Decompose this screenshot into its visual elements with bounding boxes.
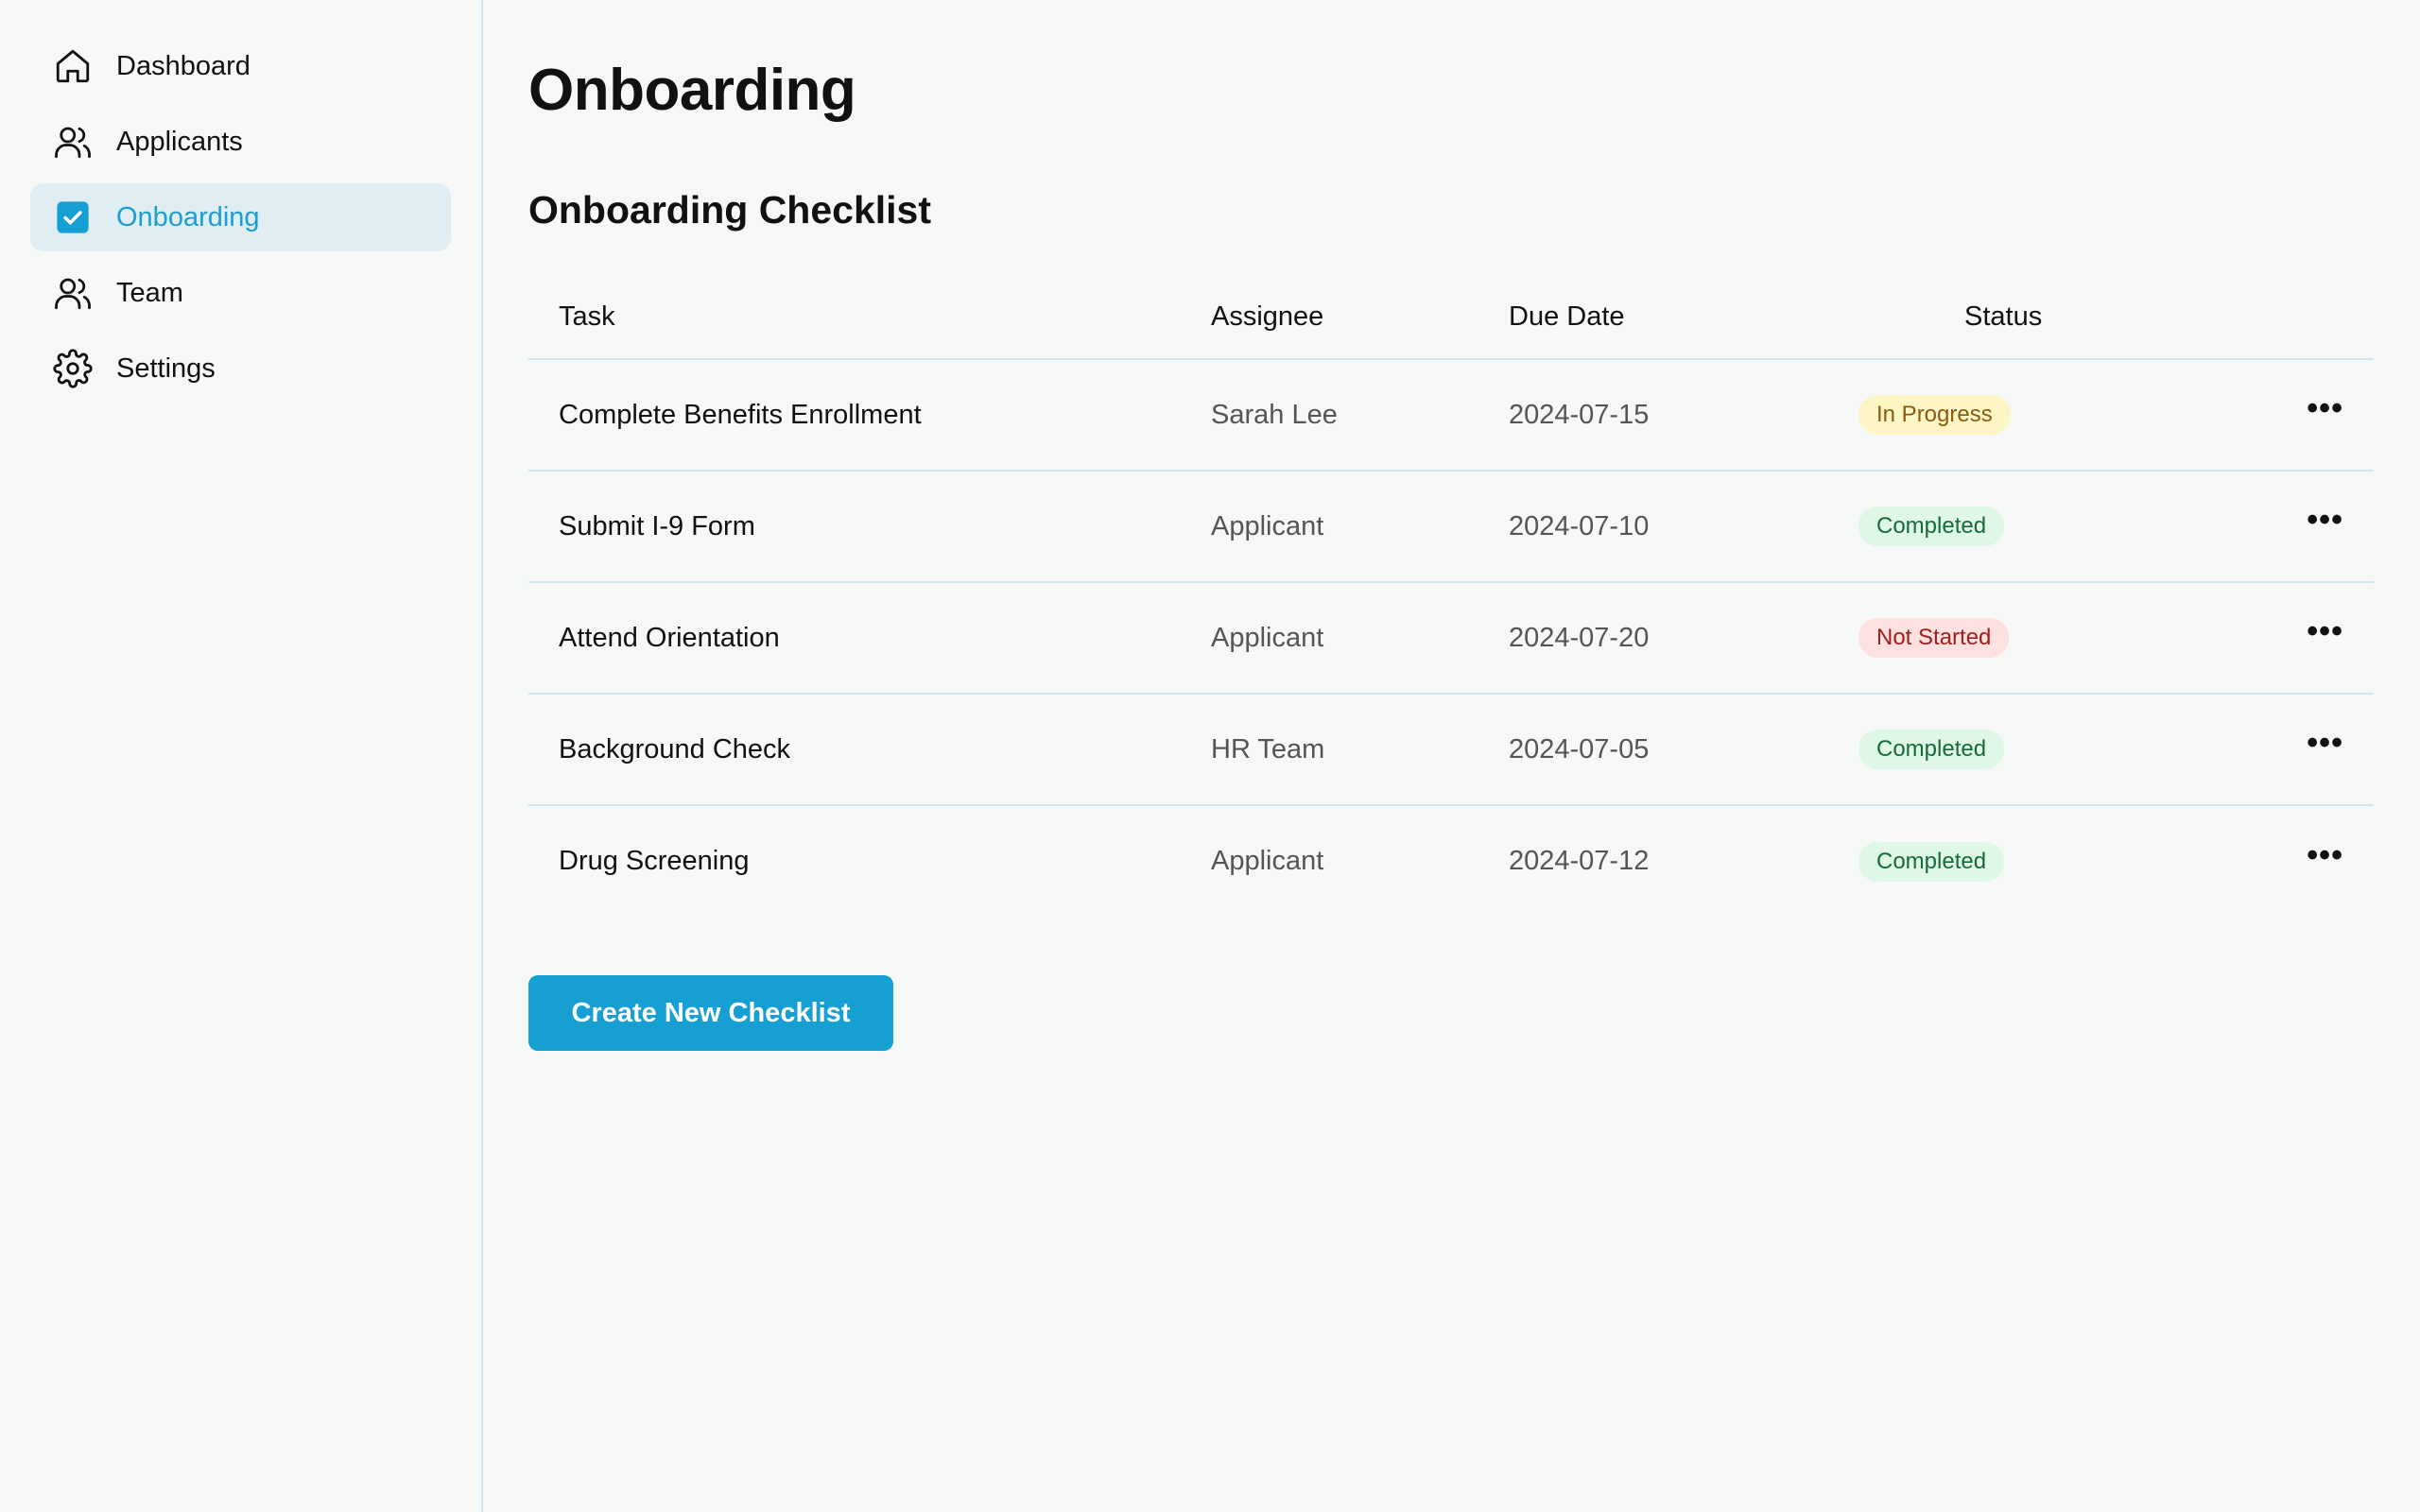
home-icon	[53, 46, 93, 86]
sidebar-item-label: Applicants	[116, 126, 243, 157]
actions-cell: •••	[2256, 694, 2374, 806]
sidebar-item-label: Onboarding	[116, 201, 260, 232]
due-date-cell: 2024-07-05	[1509, 694, 1858, 806]
sidebar: Dashboard Applicants Onboarding Team Set…	[0, 0, 483, 1512]
more-options-icon[interactable]: •••	[2307, 839, 2343, 871]
column-header-task: Task	[528, 276, 1211, 360]
table-row[interactable]: Complete Benefits Enrollment Sarah Lee 2…	[528, 359, 2374, 472]
more-options-icon[interactable]: •••	[2307, 392, 2343, 424]
task-cell: Complete Benefits Enrollment	[528, 359, 1211, 472]
status-cell: Not Started	[1858, 582, 2256, 695]
more-options-icon[interactable]: •••	[2307, 615, 2343, 647]
gear-icon	[53, 349, 93, 388]
status-cell: In Progress	[1858, 359, 2256, 472]
status-badge: Completed	[1858, 841, 2005, 882]
actions-cell: •••	[2256, 805, 2374, 917]
assignee-cell: HR Team	[1211, 694, 1509, 806]
due-date-cell: 2024-07-15	[1509, 359, 1858, 472]
sidebar-item-team[interactable]: Team	[30, 259, 451, 327]
due-date-cell: 2024-07-10	[1509, 471, 1858, 583]
users-icon	[53, 122, 93, 162]
table-row[interactable]: Drug Screening Applicant 2024-07-12 Comp…	[528, 805, 2374, 917]
column-header-status: Status	[1858, 276, 2256, 360]
due-date-cell: 2024-07-12	[1509, 846, 1650, 876]
create-new-checklist-button[interactable]: Create New Checklist	[528, 975, 893, 1051]
table-header-row: Task Assignee Due Date Status	[528, 276, 2374, 360]
main-content: Onboarding Onboarding Checklist Task Ass…	[483, 0, 2420, 1512]
sidebar-item-onboarding[interactable]: Onboarding	[30, 183, 451, 251]
assignee-cell: Applicant	[1211, 471, 1509, 583]
page-title: Onboarding	[528, 58, 856, 123]
more-options-icon[interactable]: •••	[2307, 504, 2343, 536]
actions-cell: •••	[2256, 471, 2374, 583]
status-cell: Completed	[1858, 471, 2256, 583]
task-cell: Background Check	[528, 694, 1211, 806]
sidebar-item-dashboard[interactable]: Dashboard	[30, 32, 451, 100]
more-options-icon[interactable]: •••	[2307, 727, 2343, 759]
column-header-due-date: Due Date	[1509, 276, 1858, 360]
task-cell: Attend Orientation	[528, 582, 1211, 695]
checklist-table: Task Assignee Due Date Status Complete B…	[528, 276, 2374, 917]
column-header-assignee: Assignee	[1211, 276, 1509, 360]
status-cell: Completed	[1858, 694, 2256, 806]
status-badge: Not Started	[1858, 618, 2010, 658]
due-date-cell: 2024-07-20	[1509, 582, 1858, 695]
table-row[interactable]: Submit I-9 Form Applicant 2024-07-10 Com…	[528, 471, 2374, 583]
assignee-cell: Applicant	[1211, 846, 1324, 876]
actions-cell: •••	[2256, 582, 2374, 695]
status-badge: Completed	[1858, 507, 2005, 546]
sidebar-item-label: Settings	[116, 352, 216, 384]
check-square-icon	[53, 198, 93, 237]
app-root: Dashboard Applicants Onboarding Team Set…	[0, 0, 2420, 1512]
table-row[interactable]: Background Check HR Team 2024-07-05 Comp…	[528, 694, 2374, 806]
task-cell: Submit I-9 Form	[528, 471, 1211, 583]
users-icon	[53, 273, 93, 313]
sidebar-item-label: Dashboard	[116, 50, 251, 81]
status-badge: Completed	[1858, 730, 2005, 769]
sidebar-item-settings[interactable]: Settings	[30, 335, 451, 403]
status-cell: Completed	[1858, 805, 2256, 917]
actions-cell: •••	[2256, 359, 2374, 472]
sidebar-item-applicants[interactable]: Applicants	[30, 108, 451, 176]
status-badge: In Progress	[1858, 395, 2011, 435]
table-row[interactable]: Attend Orientation Applicant 2024-07-20 …	[528, 582, 2374, 695]
column-header-actions	[2256, 276, 2374, 360]
assignee-cell: Sarah Lee	[1211, 359, 1509, 472]
assignee-cell: Applicant	[1211, 582, 1509, 695]
task-cell: Drug Screening	[559, 846, 750, 876]
sidebar-item-label: Team	[116, 277, 183, 308]
section-title: Onboarding Checklist	[528, 188, 931, 232]
